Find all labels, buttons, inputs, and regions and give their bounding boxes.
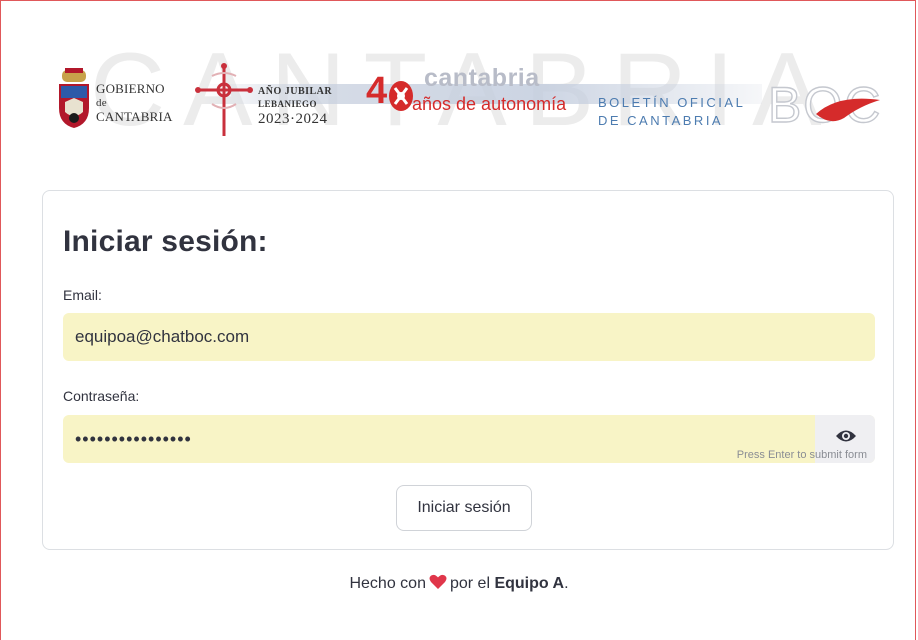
gobierno-line3: CANTABRIA bbox=[96, 109, 173, 124]
boletin-line1: BOLETÍN OFICIAL bbox=[598, 95, 746, 110]
ano-jubilar-text: AÑO JUBILAR LEBANIEGO 2023·2024 bbox=[258, 86, 332, 128]
footer-prefix: Hecho con bbox=[349, 575, 426, 592]
submit-hint: Press Enter to submit form bbox=[736, 449, 867, 461]
email-value: equipoa@chatboc.com bbox=[75, 327, 250, 346]
gobierno-cantabria-logo: GOBIERNO de CANTABRIA bbox=[56, 68, 186, 132]
boletin-oficial-text: BOLETÍN OFICIAL DE CANTABRIA bbox=[598, 94, 745, 130]
ano-jubilar-line1: AÑO JUBILAR bbox=[258, 86, 333, 97]
cantabria-word: cantabria bbox=[424, 64, 540, 92]
anos-de-autonomia: años de autonomía bbox=[412, 94, 567, 114]
cuarenta-anos-logo: 4 cantabria años de autonomía bbox=[366, 64, 576, 128]
ano-jubilar-line2: LEBANIEGO bbox=[258, 99, 318, 109]
coat-of-arms-icon bbox=[59, 68, 89, 128]
login-form-card: Iniciar sesión: Email: equipoa@chatboc.c… bbox=[42, 190, 894, 550]
boletin-line2: DE CANTABRIA bbox=[598, 113, 724, 128]
ano-jubilar-years: 2023·2024 bbox=[258, 111, 328, 127]
boc-logo: BOC bbox=[768, 76, 881, 133]
cross-icon bbox=[195, 63, 253, 136]
gobierno-text: GOBIERNO de CANTABRIA bbox=[96, 82, 173, 124]
ano-jubilar-logo: AÑO JUBILAR LEBANIEGO 2023·2024 bbox=[192, 62, 352, 142]
footer-suffix: . bbox=[564, 575, 569, 592]
header-banner: CANTABRIA GOBIERNO de CANTABRIA AÑO JUBI… bbox=[52, 38, 882, 160]
page-title: Iniciar sesión: bbox=[63, 225, 268, 258]
gobierno-line2: de bbox=[96, 97, 107, 109]
footer-middle: por el bbox=[449, 575, 490, 592]
footer-team: Equipo A bbox=[494, 575, 565, 592]
heart-icon bbox=[429, 574, 447, 589]
footer-credit: Hecho con por el Equipo A. bbox=[0, 574, 918, 593]
gobierno-line1: GOBIERNO bbox=[96, 81, 165, 96]
forty-four: 4 bbox=[366, 70, 388, 112]
password-value: •••••••••••••••• bbox=[75, 428, 192, 449]
forty-zero-icon bbox=[389, 81, 413, 111]
email-label: Email: bbox=[63, 287, 102, 303]
login-button[interactable]: Iniciar sesión bbox=[396, 485, 532, 531]
password-label: Contraseña: bbox=[63, 388, 140, 404]
eye-icon bbox=[836, 430, 856, 442]
email-field[interactable]: equipoa@chatboc.com bbox=[63, 313, 875, 361]
